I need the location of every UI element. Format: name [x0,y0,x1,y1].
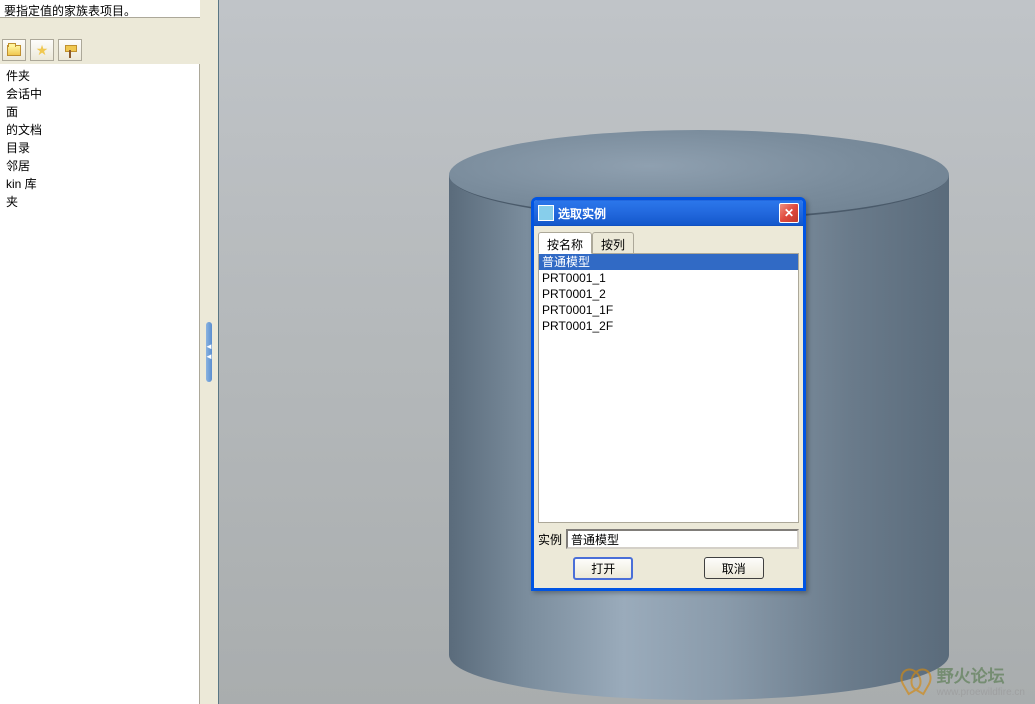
sidebar-item[interactable]: 会话中 [4,84,195,102]
instance-label: 实例 [538,531,562,548]
sidebar-item[interactable]: 的文档 [4,120,195,138]
panel-divider[interactable]: ◄ ◄ [200,0,218,704]
sidebar-item[interactable]: 目录 [4,138,195,156]
dialog-body: 按名称 按列 普通模型 PRT0001_1 PRT0001_2 PRT0001_… [534,226,803,588]
list-item[interactable]: PRT0001_1F [539,302,798,318]
instance-input[interactable] [566,529,799,549]
chevron-left-icon: ◄ [205,343,213,351]
sash-handle[interactable]: ◄ ◄ [206,322,212,382]
list-item[interactable]: 普通模型 [539,254,798,270]
dialog-icon [538,205,554,221]
instance-listbox[interactable]: 普通模型 PRT0001_1 PRT0001_2 PRT0001_1F PRT0… [539,254,798,522]
sidebar-item[interactable]: kin 库 [4,174,195,192]
tools-button[interactable] [58,39,82,61]
tab-by-name[interactable]: 按名称 [538,232,592,254]
sidebar-toolbar: ★ [0,36,200,64]
instance-input-row: 实例 [538,529,799,549]
sidebar-item[interactable]: 邻居 [4,156,195,174]
folder-icon [7,45,21,56]
folder-button[interactable] [2,39,26,61]
chevron-left-icon: ◄ [205,353,213,361]
list-item[interactable]: PRT0001_2F [539,318,798,334]
dialog-titlebar[interactable]: 选取实例 ✕ [534,200,803,226]
close-icon: ✕ [784,206,794,220]
star-icon: ★ [36,42,49,59]
cancel-button[interactable]: 取消 [704,557,764,579]
open-button[interactable]: 打开 [573,557,633,580]
watermark-url: www.proewildfire.cn [937,687,1025,698]
sidebar-item[interactable]: 件夹 [4,66,195,84]
select-instance-dialog: 选取实例 ✕ 按名称 按列 普通模型 PRT0001_1 PRT0001_2 P… [531,197,806,591]
sidebar-item[interactable]: 面 [4,102,195,120]
hammer-icon [63,43,77,57]
watermark-logo-icon [901,668,931,692]
dialog-button-row: 打开 取消 [538,557,799,580]
list-item[interactable]: PRT0001_1 [539,270,798,286]
watermark: 野火论坛 www.proewildfire.cn [901,662,1025,698]
dialog-title: 选取实例 [558,205,779,222]
navigation-sidebar: 件夹 会话中 面 的文档 目录 邻居 kin 库 夹 [0,64,200,704]
tab-strip: 按名称 按列 [538,232,799,254]
list-item[interactable]: PRT0001_2 [539,286,798,302]
tab-by-column[interactable]: 按列 [592,232,634,254]
watermark-title: 野火论坛 [937,662,1025,687]
close-button[interactable]: ✕ [779,203,799,223]
favorites-button[interactable]: ★ [30,39,54,61]
sidebar-item[interactable]: 夹 [4,192,195,210]
tab-panel: 普通模型 PRT0001_1 PRT0001_2 PRT0001_1F PRT0… [538,253,799,523]
